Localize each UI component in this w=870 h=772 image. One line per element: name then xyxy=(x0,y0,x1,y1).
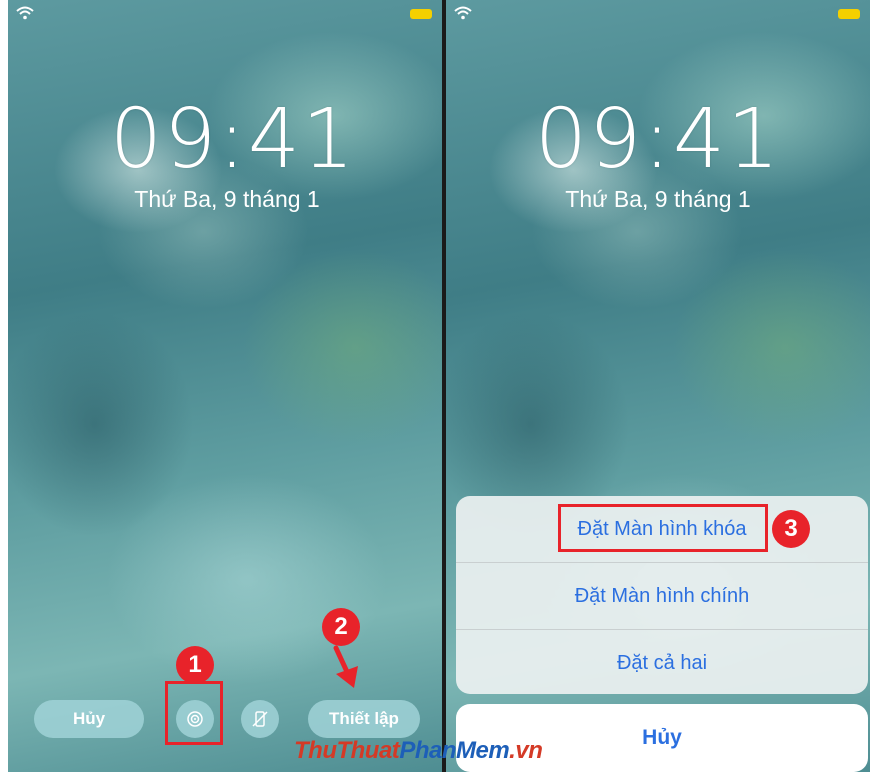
watermark-part3: .vn xyxy=(509,737,543,764)
wifi-icon xyxy=(16,6,34,20)
step3-highlight xyxy=(558,504,768,552)
watermark: ThuThuatPhanMem.vn xyxy=(294,737,543,765)
step3-badge: 3 xyxy=(772,510,810,548)
rotation-lock-icon xyxy=(252,711,268,727)
status-bar xyxy=(16,6,432,22)
clock-date: Thứ Ba, 9 tháng 1 xyxy=(134,186,320,212)
watermark-part1: ThuThuat xyxy=(294,737,400,764)
set-button[interactable]: Thiết lập xyxy=(308,700,420,738)
wifi-icon xyxy=(454,6,472,20)
set-home-screen-option[interactable]: Đặt Màn hình chính xyxy=(456,563,868,630)
set-both-option[interactable]: Đặt cả hai xyxy=(456,630,868,694)
clock-time: 09:41 xyxy=(109,92,357,187)
step2-badge: 2 xyxy=(322,608,360,646)
battery-icon xyxy=(838,9,860,19)
cancel-button[interactable]: Hủy xyxy=(34,700,144,738)
rotation-lock-button[interactable] xyxy=(241,700,279,738)
clock-date: Thứ Ba, 9 tháng 1 xyxy=(565,186,751,212)
left-lockscreen-preview: 09:41 Thứ Ba, 9 tháng 1 Hủy Thiết lập 1 … xyxy=(8,0,442,772)
status-bar xyxy=(454,6,860,22)
right-lockscreen-preview: 09:41 Thứ Ba, 9 tháng 1 Đặt Màn hình khó… xyxy=(446,0,870,772)
battery-icon xyxy=(410,9,432,19)
arrow-down-icon xyxy=(333,645,358,688)
step1-badge: 1 xyxy=(176,646,214,684)
step1-highlight xyxy=(165,681,223,745)
clock-time: 09:41 xyxy=(534,92,782,187)
watermark-part2: PhanMem xyxy=(399,737,510,764)
